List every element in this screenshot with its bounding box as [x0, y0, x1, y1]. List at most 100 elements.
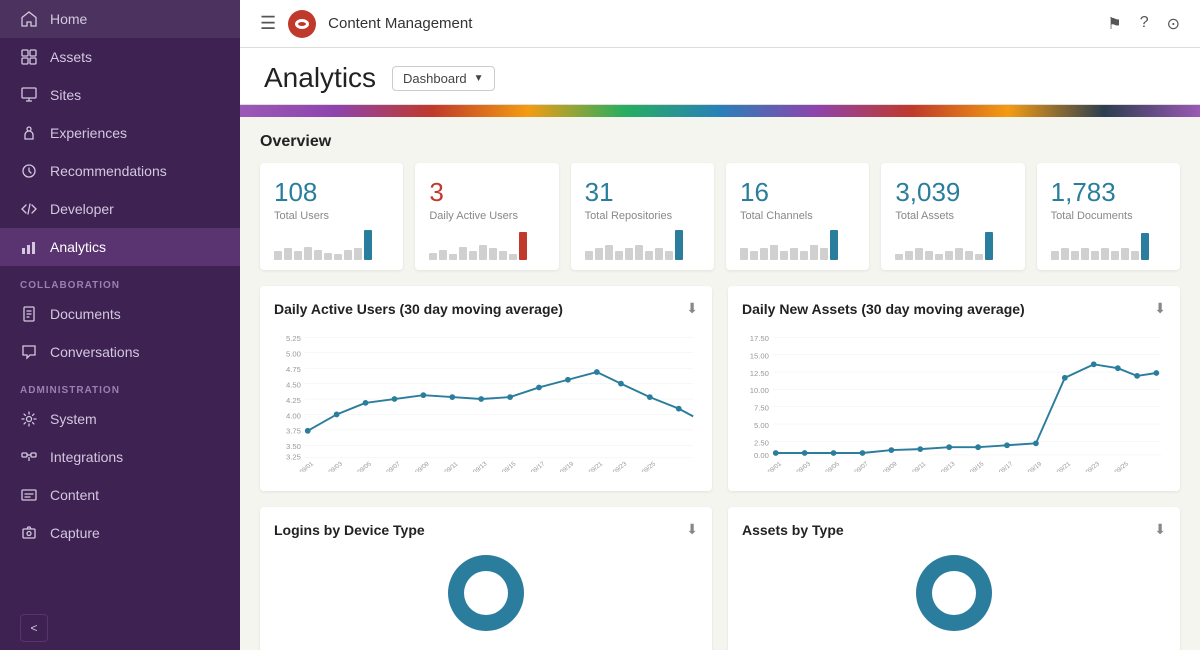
stat-value-daily-users: 3 — [429, 177, 544, 208]
svg-text:09/07: 09/07 — [385, 460, 402, 472]
topbar-actions: ⚑ ? ⊙ — [1107, 14, 1180, 34]
stat-label-total-users: Total Users — [274, 210, 389, 222]
svg-text:09/13: 09/13 — [472, 460, 489, 472]
stat-value-documents: 1,783 — [1051, 177, 1166, 208]
svg-text:4.75: 4.75 — [286, 365, 301, 374]
daily-assets-svg-container: 17.50 15.00 12.50 10.00 7.50 5.00 2.50 0… — [742, 327, 1166, 477]
assets-icon — [20, 48, 38, 66]
download-logins-button[interactable]: ⬇ — [686, 521, 698, 538]
stat-value-total-users: 108 — [274, 177, 389, 208]
svg-text:09/03: 09/03 — [795, 460, 812, 472]
page-header: Analytics Dashboard ▼ — [240, 48, 1200, 105]
svg-text:5.25: 5.25 — [286, 334, 301, 343]
daily-new-assets-chart: Daily New Assets (30 day moving average)… — [728, 286, 1180, 491]
svg-text:7.50: 7.50 — [754, 404, 769, 413]
sidebar-item-experiences[interactable]: Experiences — [0, 114, 240, 152]
assets-by-type-title: Assets by Type — [742, 522, 844, 538]
content-area: Overview 108 Total Users 3 Daily Active … — [240, 117, 1200, 650]
hamburger-button[interactable]: ☰ — [260, 13, 276, 34]
overview-title: Overview — [260, 133, 1180, 151]
developer-icon — [20, 200, 38, 218]
stat-label-channels: Total Channels — [740, 210, 855, 222]
sidebar-item-recommendations[interactable]: Recommendations — [0, 152, 240, 190]
svg-text:09/21: 09/21 — [1056, 460, 1073, 472]
stat-card-total-users: 108 Total Users — [260, 163, 403, 270]
user-icon[interactable]: ⊙ — [1167, 14, 1180, 34]
svg-text:09/17: 09/17 — [530, 460, 547, 472]
logo-ring — [295, 19, 309, 29]
sidebar-item-capture[interactable]: Capture — [0, 514, 240, 552]
download-daily-users-button[interactable]: ⬇ — [686, 300, 698, 317]
stat-card-channels: 16 Total Channels — [726, 163, 869, 270]
bottom-charts-row: Logins by Device Type ⬇ Assets by Type ⬇ — [260, 507, 1180, 650]
sidebar-item-system[interactable]: System — [0, 400, 240, 438]
daily-assets-chart-title: Daily New Assets (30 day moving average) — [742, 301, 1025, 317]
svg-text:09/25: 09/25 — [641, 460, 658, 472]
collaboration-section-label: COLLABORATION — [0, 266, 240, 295]
svg-text:2.50: 2.50 — [754, 438, 769, 447]
stat-value-channels: 16 — [740, 177, 855, 208]
stat-card-assets: 3,039 Total Assets — [881, 163, 1024, 270]
system-icon — [20, 410, 38, 428]
sidebar-item-developer[interactable]: Developer — [0, 190, 240, 228]
svg-text:09/17: 09/17 — [998, 460, 1015, 472]
svg-text:09/03: 09/03 — [327, 460, 344, 472]
stat-label-repos: Total Repositories — [585, 210, 700, 222]
sidebar-item-conversations[interactable]: Conversations — [0, 333, 240, 371]
daily-users-chart-title: Daily Active Users (30 day moving averag… — [274, 301, 563, 317]
stat-label-daily-users: Daily Active Users — [429, 210, 544, 222]
stat-card-repos: 31 Total Repositories — [571, 163, 714, 270]
svg-text:09/15: 09/15 — [501, 460, 518, 472]
sidebar-item-integrations[interactable]: Integrations — [0, 438, 240, 476]
help-icon[interactable]: ? — [1140, 14, 1149, 34]
mini-chart-documents — [1051, 230, 1166, 260]
flag-icon[interactable]: ⚑ — [1107, 14, 1121, 34]
sidebar-item-home[interactable]: Home — [0, 0, 240, 38]
logins-donut-preview — [274, 548, 698, 638]
stat-card-documents: 1,783 Total Documents — [1037, 163, 1180, 270]
svg-text:4.00: 4.00 — [286, 411, 301, 420]
recommendations-icon — [20, 162, 38, 180]
svg-text:09/05: 09/05 — [824, 460, 841, 472]
experiences-icon — [20, 124, 38, 142]
main-area: ☰ Content Management ⚑ ? ⊙ Analytics Das… — [240, 0, 1200, 650]
sidebar-collapse-button[interactable]: < — [20, 614, 48, 642]
dashboard-dropdown[interactable]: Dashboard ▼ — [392, 66, 495, 91]
sidebar-item-sites[interactable]: Sites — [0, 76, 240, 114]
app-logo — [288, 10, 316, 38]
svg-text:4.50: 4.50 — [286, 380, 301, 389]
charts-row: Daily Active Users (30 day moving averag… — [260, 286, 1180, 491]
administration-section-label: ADMINISTRATION — [0, 371, 240, 400]
download-daily-assets-button[interactable]: ⬇ — [1154, 300, 1166, 317]
svg-text:09/25: 09/25 — [1113, 460, 1130, 472]
decorative-banner — [240, 105, 1200, 117]
sidebar-item-assets[interactable]: Assets — [0, 38, 240, 76]
svg-text:17.50: 17.50 — [750, 334, 769, 343]
sidebar-item-analytics[interactable]: Analytics — [0, 228, 240, 266]
svg-text:09/15: 09/15 — [969, 460, 986, 472]
capture-icon — [20, 524, 38, 542]
svg-text:09/07: 09/07 — [853, 460, 870, 472]
svg-text:4.25: 4.25 — [286, 396, 301, 405]
logins-by-device-title: Logins by Device Type — [274, 522, 425, 538]
svg-text:09/23: 09/23 — [1085, 460, 1102, 472]
integrations-icon — [20, 448, 38, 466]
home-icon — [20, 10, 38, 28]
mini-chart-assets — [895, 230, 1010, 260]
sidebar-item-content[interactable]: Content — [0, 476, 240, 514]
mini-chart-daily-users — [429, 230, 544, 260]
analytics-icon — [20, 238, 38, 256]
download-assets-type-button[interactable]: ⬇ — [1154, 521, 1166, 538]
svg-text:09/01: 09/01 — [299, 460, 316, 472]
stat-value-repos: 31 — [585, 177, 700, 208]
content-icon — [20, 486, 38, 504]
svg-text:3.75: 3.75 — [286, 427, 301, 436]
svg-text:09/11: 09/11 — [443, 460, 460, 472]
stat-card-daily-users: 3 Daily Active Users — [415, 163, 558, 270]
mini-chart-repos — [585, 230, 700, 260]
sidebar: Home Assets Sites Experiences Recommenda… — [0, 0, 240, 650]
mini-chart-total-users — [274, 230, 389, 260]
sidebar-item-documents[interactable]: Documents — [0, 295, 240, 333]
documents-icon — [20, 305, 38, 323]
svg-text:3.25: 3.25 — [286, 453, 301, 462]
